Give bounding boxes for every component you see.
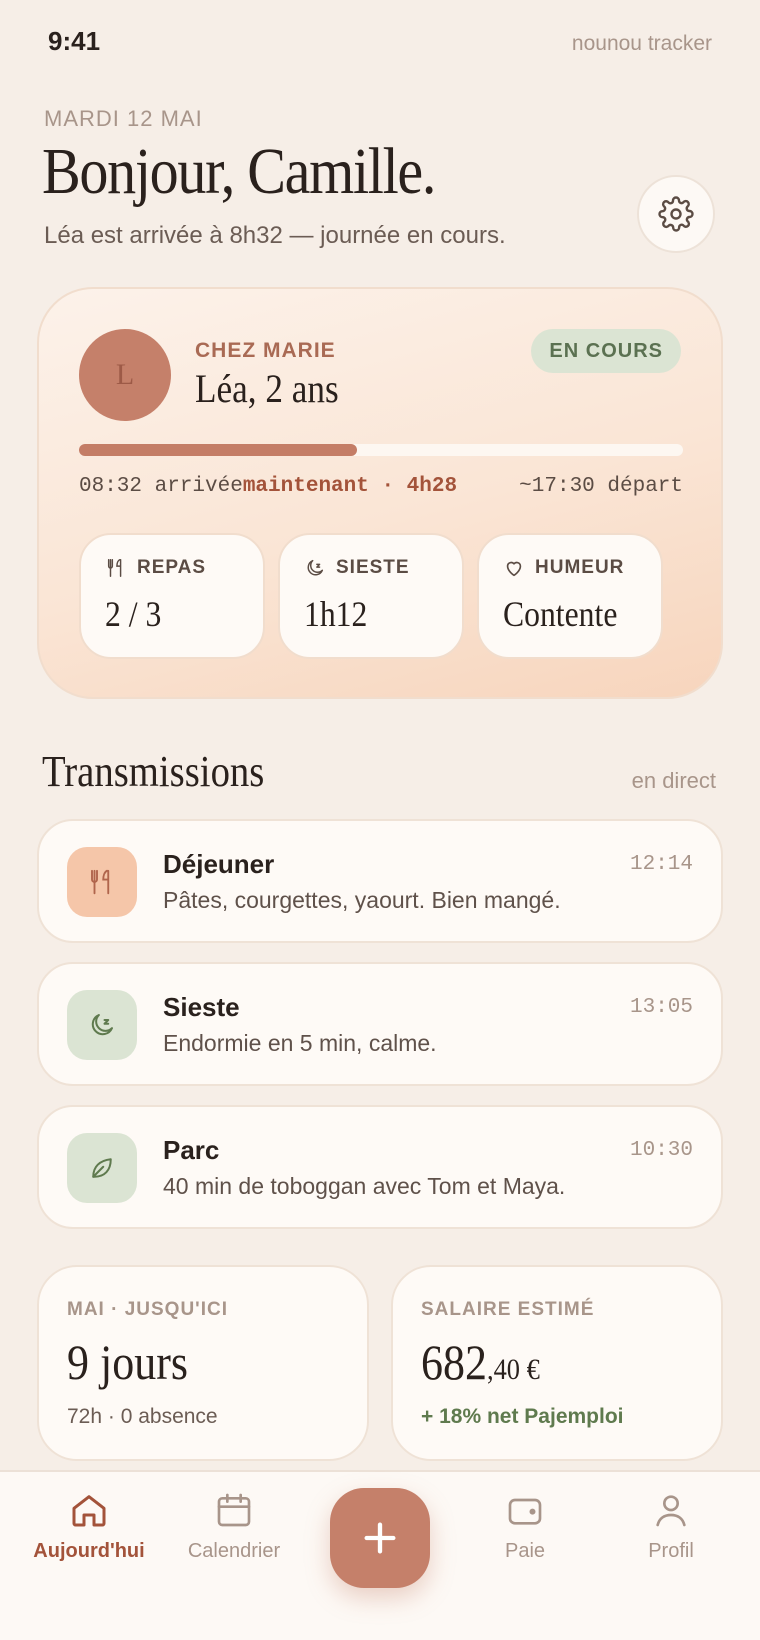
transmission-description: 40 min de toboggan avec Tom et Maya. xyxy=(163,1173,566,1199)
day-progress-fill xyxy=(79,444,357,456)
user-icon xyxy=(656,1495,686,1527)
list-item[interactable]: Parc 40 min de toboggan avec Tom et Maya… xyxy=(37,1105,723,1229)
child-status-card[interactable]: L CHEZ MARIE Léa, 2 ans EN COURS 08:32 a… xyxy=(37,287,723,699)
nav-label: Aujourd'hui xyxy=(33,1540,145,1562)
plus-icon xyxy=(364,1522,396,1554)
nav-label: Paie xyxy=(504,1540,546,1562)
live-link[interactable]: en direct xyxy=(632,768,716,794)
stat-value: Contente xyxy=(503,594,618,634)
stat-label: REPAS xyxy=(137,557,207,578)
gear-icon xyxy=(658,196,694,232)
salary-label: SALAIRE ESTIMÉ xyxy=(421,1299,595,1320)
salary-decimal: ,40 € xyxy=(487,1353,540,1386)
add-entry-button[interactable] xyxy=(330,1488,430,1588)
salary-value: 682,40 € xyxy=(421,1333,540,1391)
transmission-description: Endormie en 5 min, calme. xyxy=(163,1030,437,1056)
page-subtitle: Léa est arrivée à 8h32 — journée en cour… xyxy=(44,222,506,249)
avatar-initial: L xyxy=(115,358,135,391)
days-value: 9 jours xyxy=(67,1334,188,1390)
arrival-time: 08:32 arrivée xyxy=(79,475,243,498)
list-item[interactable]: Sieste Endormie en 5 min, calme. 13:05 xyxy=(37,962,723,1086)
stat-value: 2 / 3 xyxy=(105,594,162,634)
cutlery-icon xyxy=(107,559,122,577)
stat-meals[interactable]: REPAS 2 / 3 xyxy=(79,533,265,659)
day-progress-bar xyxy=(79,444,683,456)
nav-label: Profil xyxy=(648,1540,694,1562)
salary-sub: + 18% net Pajemploi xyxy=(421,1405,624,1428)
transmission-time: 10:30 xyxy=(629,1139,693,1162)
heart-icon xyxy=(506,561,522,577)
transmission-time: 12:14 xyxy=(629,853,693,876)
stat-value: 1h12 xyxy=(304,594,368,634)
transmission-icon-box xyxy=(67,847,137,917)
transmission-icon-box xyxy=(67,990,137,1060)
days-label: MAI · JUSQU'ICI xyxy=(67,1299,228,1320)
list-item[interactable]: Déjeuner Pâtes, courgettes, yaourt. Bien… xyxy=(37,819,723,943)
elapsed-time: maintenant · 4h28 xyxy=(242,475,458,498)
nav-item-profile[interactable]: Profil xyxy=(596,1490,746,1563)
status-badge: EN COURS xyxy=(531,329,681,373)
stat-nap[interactable]: SIESTE 1h12 xyxy=(278,533,464,659)
transmission-title: Sieste xyxy=(163,992,240,1022)
day-timeline: 08:32 arrivée maintenant · 4h28 ~17:30 d… xyxy=(79,475,683,498)
salary-main: 682 xyxy=(421,1334,487,1390)
bottom-nav: Aujourd'hui Calendrier Paie Profil xyxy=(0,1470,760,1640)
cutlery-icon xyxy=(91,869,110,895)
calendar-icon xyxy=(217,1493,251,1527)
home-icon xyxy=(72,1495,106,1527)
current-date: MARDI 12 MAI xyxy=(44,106,203,131)
nav-label: Calendrier xyxy=(187,1540,281,1562)
wallet-icon xyxy=(508,1498,542,1525)
nav-item-calendar[interactable]: Calendrier xyxy=(159,1490,309,1563)
stat-label: HUMEUR xyxy=(535,557,625,578)
location-label: CHEZ MARIE xyxy=(195,339,336,362)
leaf-icon xyxy=(92,1158,112,1178)
transmission-icon-box xyxy=(67,1133,137,1203)
departure-time: ~17:30 départ xyxy=(519,475,683,498)
nav-item-today[interactable]: Aujourd'hui xyxy=(14,1490,164,1563)
nav-item-pay[interactable]: Paie xyxy=(450,1490,600,1563)
monthly-days-card[interactable]: MAI · JUSQU'ICI 9 jours 72h · 0 absence xyxy=(37,1265,369,1461)
transmission-title: Déjeuner xyxy=(163,849,275,879)
salary-card[interactable]: SALAIRE ESTIMÉ 682,40 € + 18% net Pajemp… xyxy=(391,1265,723,1461)
avatar: L xyxy=(79,329,171,421)
page-title: Bonjour, Camille. xyxy=(42,135,436,208)
transmission-description: Pâtes, courgettes, yaourt. Bien mangé. xyxy=(163,887,561,913)
settings-button[interactable] xyxy=(637,175,715,253)
moon-icon xyxy=(91,1014,113,1036)
days-sub: 72h · 0 absence xyxy=(67,1405,218,1428)
status-time: 9:41 xyxy=(48,26,101,56)
stat-mood[interactable]: HUMEUR Contente xyxy=(477,533,663,659)
transmission-title: Parc xyxy=(163,1135,220,1165)
child-name: Léa, 2 ans xyxy=(195,366,339,411)
section-title: Transmissions xyxy=(42,747,265,796)
moon-icon xyxy=(307,559,324,576)
stat-label: SIESTE xyxy=(336,557,410,578)
transmission-time: 13:05 xyxy=(629,996,693,1019)
app-name: nounou tracker xyxy=(571,32,712,55)
